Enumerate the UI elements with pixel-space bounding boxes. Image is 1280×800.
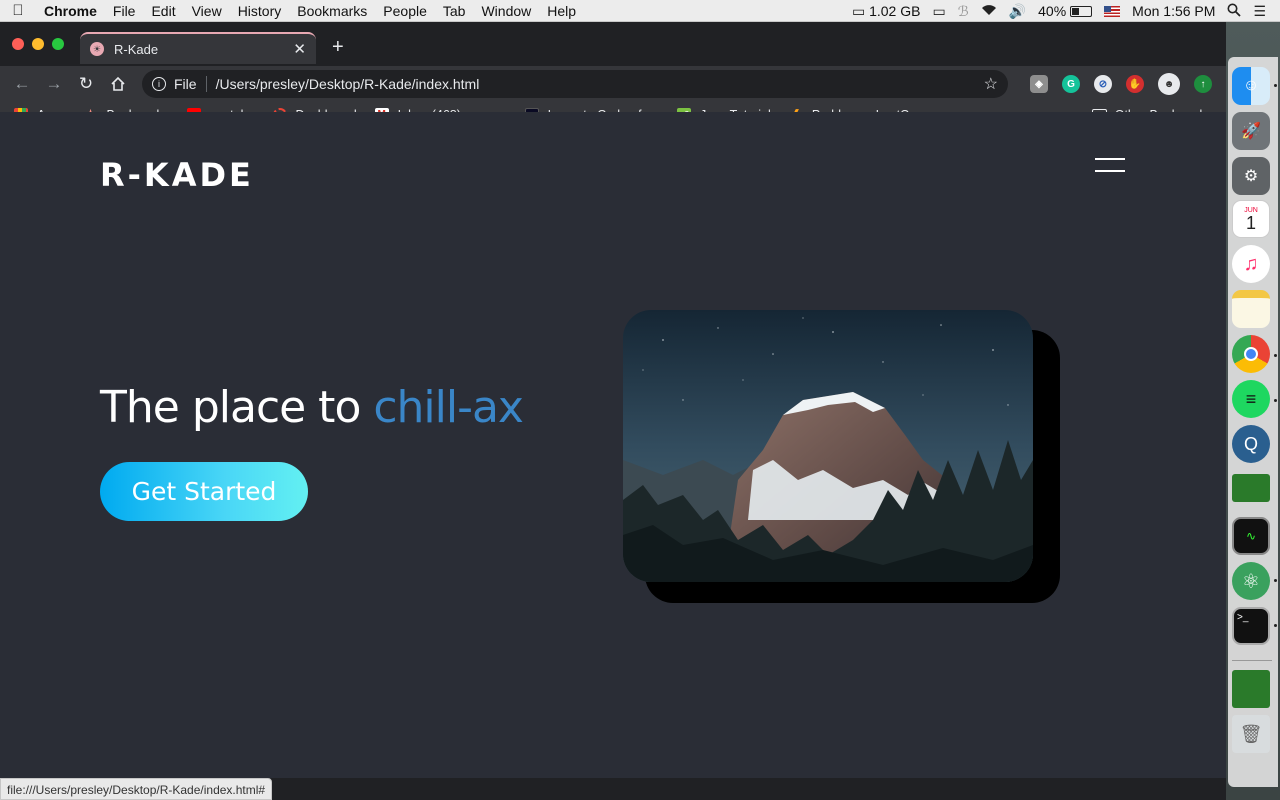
menu-history[interactable]: History — [230, 3, 290, 19]
menu-clock[interactable]: Mon 1:56 PM — [1132, 3, 1215, 19]
menu-bar-status: ▭ 1.02 GB ▭ ℬ 🔊 40% Mon 1:56 PM ☰ — [852, 0, 1280, 22]
page-content: R-KADE The place to chill-ax Get Started — [0, 112, 1226, 778]
terminal-running-dot-icon — [1274, 624, 1277, 627]
menu-bookmarks[interactable]: Bookmarks — [289, 3, 375, 19]
tab-r-kade[interactable]: ☀ R-Kade ✕ — [80, 32, 316, 64]
battery-status[interactable]: 40% — [1038, 3, 1093, 19]
status-bar-url: file:///Users/presley/Desktop/R-Kade/ind… — [0, 778, 273, 800]
stop-extension-icon[interactable]: ✋ — [1126, 75, 1144, 93]
hamburger-menu-icon[interactable] — [1095, 158, 1125, 176]
menu-view[interactable]: View — [184, 3, 230, 19]
menu-window[interactable]: Window — [473, 3, 539, 19]
new-tab-button[interactable]: + — [332, 36, 344, 59]
battery-fill — [1072, 7, 1080, 15]
browser-toolbar: ← → ↻ i File /Users/presley/Desktop/R-Ka… — [0, 66, 1226, 102]
volume-icon[interactable]: 🔊 — [1009, 3, 1026, 20]
finder-icon[interactable]: ☺ — [1232, 67, 1270, 105]
spotlight-search-icon[interactable] — [1227, 3, 1242, 20]
zoom-window-button[interactable] — [52, 38, 64, 50]
trash-icon[interactable]: 🗑 — [1232, 715, 1270, 753]
get-started-button[interactable]: Get Started — [100, 462, 308, 521]
airplay-icon[interactable]: ▭ — [932, 3, 945, 20]
update-extension-icon[interactable]: ↑ — [1194, 75, 1212, 93]
dock: ☺ 🚀 ⚙ JUN 1 ♫ ≡ Q ∿ ⚛ >_ 🗑 — [1226, 22, 1280, 800]
menu-people[interactable]: People — [375, 3, 435, 19]
menu-help[interactable]: Help — [539, 3, 584, 19]
back-button[interactable]: ← — [6, 70, 38, 98]
menu-bar:  Chrome File Edit View History Bookmark… — [0, 0, 1280, 22]
hero-headline: The place to chill-ax — [100, 382, 524, 433]
menu-app-name[interactable]: Chrome — [36, 3, 105, 19]
atom-icon[interactable]: ⚛ — [1232, 562, 1270, 600]
shield-extension-icon[interactable]: ◈ — [1030, 75, 1048, 93]
tab-strip: ☀ R-Kade ✕ + — [0, 22, 1226, 72]
tab-title: R-Kade — [114, 41, 159, 57]
home-button[interactable] — [102, 70, 134, 98]
system-preferences-icon[interactable]: ⚙ — [1232, 157, 1270, 195]
dock-separator — [1232, 660, 1272, 661]
wifi-icon[interactable] — [981, 3, 997, 19]
calendar-day: 1 — [1245, 212, 1256, 233]
hero-mountain-image — [623, 310, 1033, 582]
memory-app-icon[interactable] — [1232, 474, 1270, 502]
memory-value: 1.02 GB — [869, 2, 921, 19]
input-source-flag-icon[interactable] — [1104, 5, 1121, 17]
atom-running-dot-icon — [1274, 579, 1277, 582]
bluetooth-icon[interactable]: ℬ — [958, 3, 969, 20]
memory-widget-icon[interactable] — [1232, 670, 1270, 708]
extensions-area: ◈ G ⊘ ✋ ☻ ↑ — [1030, 73, 1212, 95]
site-info-icon[interactable]: i — [152, 77, 166, 91]
bookmark-star-icon[interactable]: ☆ — [984, 74, 998, 94]
notes-icon[interactable] — [1232, 290, 1270, 328]
close-tab-icon[interactable]: ✕ — [293, 40, 306, 58]
menu-file[interactable]: File — [105, 3, 144, 19]
apple-menu-icon[interactable]:  — [0, 2, 36, 19]
chrome-icon[interactable] — [1232, 335, 1270, 373]
forward-button[interactable]: → — [38, 70, 70, 98]
finder-running-dot-icon — [1274, 84, 1277, 87]
hero-headline-accent: chill-ax — [373, 382, 524, 433]
address-scheme: File — [174, 76, 207, 92]
activity-monitor-icon[interactable]: ∿ — [1232, 517, 1270, 555]
spotify-icon[interactable]: ≡ — [1232, 380, 1270, 418]
site-logo[interactable]: R-KADE — [100, 156, 254, 194]
memory-icon: ▭ — [851, 2, 866, 19]
tab-favicon-icon: ☀ — [90, 42, 104, 56]
launchpad-icon[interactable]: 🚀 — [1232, 112, 1270, 150]
minimize-window-button[interactable] — [32, 38, 44, 50]
battery-icon — [1070, 5, 1093, 17]
spotify-running-dot-icon — [1274, 399, 1277, 402]
grammarly-extension-icon[interactable]: G — [1062, 75, 1080, 93]
memory-status[interactable]: ▭ 1.02 GB — [852, 3, 921, 20]
address-bar[interactable]: i File /Users/presley/Desktop/R-Kade/ind… — [142, 70, 1008, 98]
profile-avatar-icon[interactable]: ☻ — [1158, 73, 1180, 95]
terminal-icon[interactable]: >_ — [1232, 607, 1270, 645]
close-window-button[interactable] — [12, 38, 24, 50]
battery-percent: 40% — [1038, 3, 1067, 19]
address-url[interactable]: /Users/presley/Desktop/R-Kade/index.html — [216, 76, 984, 92]
window-controls — [12, 38, 64, 50]
menu-tab[interactable]: Tab — [435, 3, 474, 19]
blocker-extension-icon[interactable]: ⊘ — [1094, 75, 1112, 93]
hero-headline-prefix: The place to — [100, 382, 374, 433]
reload-button[interactable]: ↻ — [70, 70, 102, 98]
notification-center-icon[interactable]: ☰ — [1253, 3, 1266, 20]
menu-edit[interactable]: Edit — [143, 3, 183, 19]
chrome-running-dot-icon — [1274, 354, 1277, 357]
calendar-icon[interactable]: JUN 1 — [1232, 200, 1270, 238]
quicktime-icon[interactable]: Q — [1232, 425, 1270, 463]
itunes-icon[interactable]: ♫ — [1232, 245, 1270, 283]
